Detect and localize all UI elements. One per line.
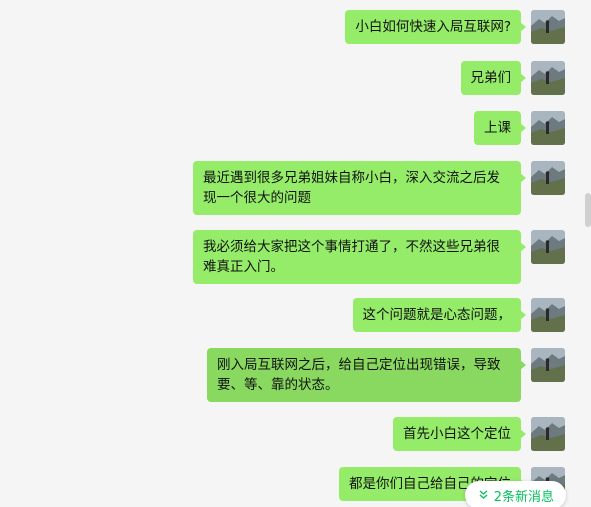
message-row: 首先小白这个定位 — [393, 417, 565, 451]
mountain-person-icon — [531, 417, 565, 451]
message-row: 上课 — [474, 111, 565, 145]
sender-avatar[interactable] — [531, 230, 565, 264]
sender-avatar[interactable] — [531, 61, 565, 95]
message-bubble[interactable]: 这个问题就是心态问题， — [352, 298, 526, 332]
message-row: 小白如何快速入局互联网? — [345, 10, 565, 44]
mountain-person-icon — [531, 111, 565, 145]
new-messages-label: 2条新消息 — [493, 489, 554, 505]
sender-avatar[interactable] — [531, 298, 565, 332]
message-bubble[interactable]: 我必须给大家把这个事情打通了，不然这些兄弟很难真正入门。 — [193, 230, 526, 284]
mountain-person-icon — [531, 348, 565, 382]
mountain-person-icon — [531, 61, 565, 95]
mountain-person-icon — [531, 298, 565, 332]
message-row: 最近遇到很多兄弟姐妹自称小白，深入交流之后发现一个很大的问题 — [193, 161, 565, 215]
new-messages-button[interactable]: 2条新消息 — [464, 481, 566, 507]
double-chevron-down-icon — [478, 489, 489, 502]
sender-avatar[interactable] — [531, 417, 565, 451]
message-row: 兄弟们 — [460, 61, 565, 95]
mountain-person-icon — [531, 230, 565, 264]
message-bubble[interactable]: 最近遇到很多兄弟姐妹自称小白，深入交流之后发现一个很大的问题 — [193, 161, 526, 215]
sender-avatar[interactable] — [531, 111, 565, 145]
message-bubble[interactable]: 首先小白这个定位 — [393, 417, 526, 451]
sender-avatar[interactable] — [531, 161, 565, 195]
message-row: 刚入局互联网之后，给自己定位出现错误，导致要、等、靠的状态。 — [207, 348, 565, 402]
message-bubble-selected[interactable]: 刚入局互联网之后，给自己定位出现错误，导致要、等、靠的状态。 — [207, 348, 526, 402]
message-row: 这个问题就是心态问题， — [352, 298, 565, 332]
sender-avatar[interactable] — [531, 10, 565, 44]
scrollbar-thumb[interactable] — [585, 193, 591, 227]
mountain-person-icon — [531, 10, 565, 44]
sender-avatar[interactable] — [531, 348, 565, 382]
message-bubble[interactable]: 小白如何快速入局互联网? — [345, 10, 526, 44]
message-row: 我必须给大家把这个事情打通了，不然这些兄弟很难真正入门。 — [193, 230, 565, 284]
mountain-person-icon — [531, 161, 565, 195]
message-bubble[interactable]: 兄弟们 — [460, 61, 526, 95]
message-bubble[interactable]: 上课 — [474, 111, 526, 145]
chat-window: 小白如何快速入局互联网? 兄弟们 上课 最近遇到很多兄弟姐妹自称小白，深入交流之… — [0, 0, 591, 507]
